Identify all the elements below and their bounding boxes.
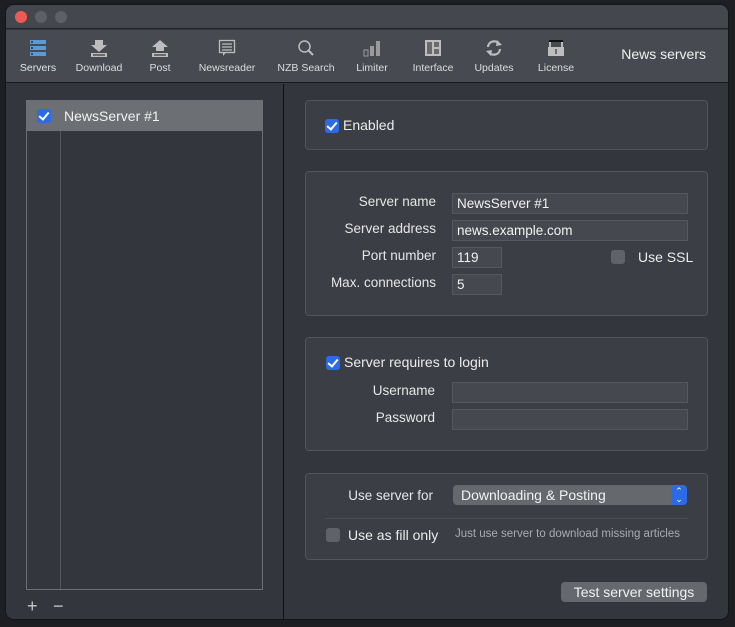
toolbar-label: Newsreader bbox=[198, 62, 256, 74]
toolbar-license[interactable]: License bbox=[534, 30, 578, 83]
upload-icon bbox=[151, 38, 169, 58]
toolbar-label: License bbox=[537, 62, 575, 74]
refresh-icon bbox=[485, 38, 503, 58]
preferences-window: Servers Download Post Newsreader NZB Sea… bbox=[5, 4, 729, 620]
test-server-settings-button[interactable]: Test server settings bbox=[561, 582, 707, 602]
section-title: News servers bbox=[621, 46, 706, 62]
toolbar-download[interactable]: Download bbox=[74, 30, 124, 83]
requires-login-label: Server requires to login bbox=[344, 354, 489, 370]
lock-icon bbox=[547, 38, 565, 58]
download-icon bbox=[90, 38, 108, 58]
enabled-label: Enabled bbox=[343, 117, 395, 133]
requires-login-checkbox[interactable] bbox=[326, 356, 340, 370]
port-number-input[interactable] bbox=[452, 247, 502, 268]
search-icon bbox=[297, 38, 315, 58]
server-settings-panel: Enabled Server name Server address Port … bbox=[285, 84, 728, 619]
password-label: Password bbox=[375, 410, 435, 425]
toolbar-label: Interface bbox=[412, 62, 454, 74]
server-address-label: Server address bbox=[344, 221, 436, 236]
fill-only-label: Use as fill only bbox=[348, 527, 439, 543]
toolbar-servers[interactable]: Servers bbox=[18, 30, 58, 83]
server-name: NewsServer #1 bbox=[64, 108, 160, 124]
title-bar bbox=[6, 5, 728, 29]
close-window-button[interactable] bbox=[15, 11, 27, 23]
toolbar-nzb-search[interactable]: NZB Search bbox=[274, 30, 338, 83]
max-connections-label: Max. connections bbox=[330, 275, 436, 290]
remove-server-button[interactable]: − bbox=[53, 597, 64, 615]
toolbar-label: Post bbox=[149, 62, 171, 74]
max-connections-input[interactable] bbox=[452, 274, 502, 295]
minimize-window-button[interactable] bbox=[35, 11, 47, 23]
server-name-input[interactable] bbox=[452, 193, 688, 214]
toolbar-label: NZB Search bbox=[277, 62, 335, 74]
bar-graph-icon bbox=[363, 38, 381, 58]
toolbar-limiter[interactable]: Limiter bbox=[352, 30, 392, 83]
server-name-label: Server name bbox=[358, 194, 436, 209]
chevron-updown-icon: ⌃ ⌄ bbox=[671, 485, 687, 505]
separator bbox=[325, 518, 688, 519]
server-address-input[interactable] bbox=[452, 220, 688, 241]
fill-only-checkbox[interactable] bbox=[326, 528, 340, 542]
use-server-for-select[interactable]: Downloading & Posting ⌃ ⌄ bbox=[453, 485, 687, 505]
fill-only-hint: Just use server to download missing arti… bbox=[455, 528, 680, 540]
column-divider bbox=[60, 101, 61, 589]
zoom-window-button[interactable] bbox=[55, 11, 67, 23]
login-group: Server requires to login Username Passwo… bbox=[305, 337, 708, 451]
usage-group: Use server for Downloading & Posting ⌃ ⌄ … bbox=[305, 473, 708, 560]
add-server-button[interactable]: + bbox=[27, 597, 38, 615]
server-list-row[interactable]: NewsServer #1 bbox=[27, 101, 262, 131]
port-number-label: Port number bbox=[361, 248, 436, 263]
layout-icon bbox=[424, 38, 442, 58]
password-input[interactable] bbox=[452, 409, 688, 430]
server-group: Server name Server address Port number U… bbox=[305, 171, 708, 316]
enabled-group: Enabled bbox=[305, 100, 708, 150]
toolbar-label: Limiter bbox=[356, 62, 388, 74]
servers-icon bbox=[29, 38, 47, 58]
username-input[interactable] bbox=[452, 382, 688, 403]
use-server-for-label: Use server for bbox=[348, 488, 433, 503]
enabled-checkbox[interactable] bbox=[325, 119, 339, 133]
server-list[interactable]: NewsServer #1 bbox=[26, 100, 263, 590]
newsreader-icon bbox=[218, 38, 236, 58]
toolbar-label: Download bbox=[75, 62, 123, 74]
use-server-for-value: Downloading & Posting bbox=[461, 487, 606, 503]
server-enabled-checkbox[interactable] bbox=[37, 109, 51, 123]
toolbar-label: Servers bbox=[19, 62, 57, 74]
toolbar-post[interactable]: Post bbox=[142, 30, 178, 83]
use-ssl-label: Use SSL bbox=[638, 249, 694, 265]
use-ssl-checkbox[interactable] bbox=[611, 250, 625, 264]
toolbar-interface[interactable]: Interface bbox=[407, 30, 459, 83]
toolbar: Servers Download Post Newsreader NZB Sea… bbox=[6, 30, 728, 83]
toolbar-updates[interactable]: Updates bbox=[471, 30, 517, 83]
username-label: Username bbox=[372, 383, 435, 398]
toolbar-label: Updates bbox=[474, 62, 514, 74]
status-strip bbox=[0, 621, 735, 627]
server-list-panel: NewsServer #1 + − bbox=[6, 84, 284, 619]
toolbar-newsreader[interactable]: Newsreader bbox=[196, 30, 258, 83]
